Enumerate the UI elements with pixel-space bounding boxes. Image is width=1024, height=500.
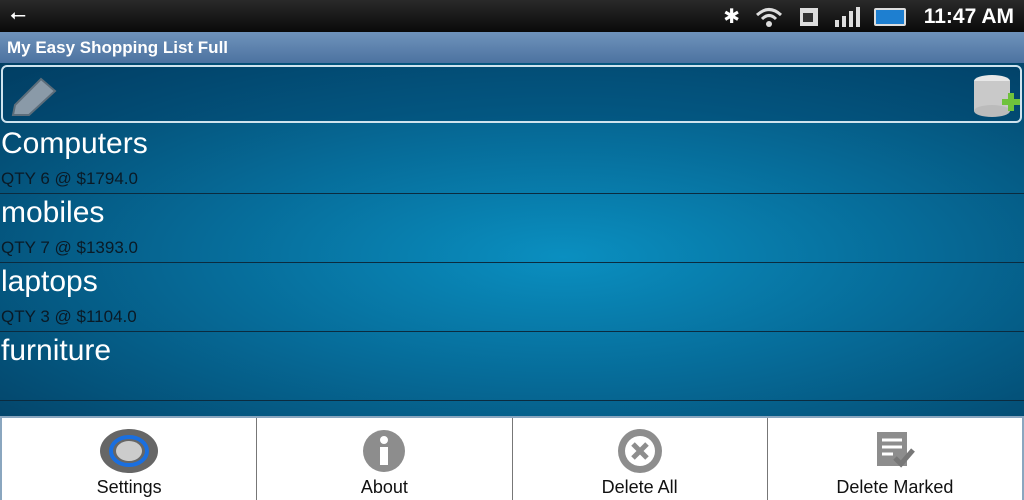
add-item-bar[interactable] [1,65,1022,123]
wifi-icon [755,7,783,27]
clock: 11:47 AM [923,5,1014,28]
usb-icon: ⭠ [10,4,26,26]
item-name: mobiles [1,196,105,229]
item-qty: QTY 6 @ $1794.0 [1,169,138,188]
list-item[interactable]: furniture [0,332,1024,401]
settings-button[interactable]: Settings [2,418,258,500]
battery-charging-icon [874,7,906,26]
list-item[interactable]: mobiles QTY 7 @ $1393.0 [0,194,1024,263]
delete-all-label: Delete All [601,477,678,497]
settings-label: Settings [96,477,162,497]
item-qty: QTY 7 @ $1393.0 [1,238,138,257]
sim-icon [800,7,818,26]
about-button[interactable]: About [257,418,513,500]
checklist-icon [876,432,915,468]
item-name: Computers [1,127,148,160]
info-icon [363,430,406,472]
item-name: laptops [1,265,98,298]
shopping-list: Computers QTY 6 @ $1794.0 mobiles QTY 7 @ … [0,63,1024,416]
options-menu: Settings About Delete All Delete Marked [0,416,1024,500]
list-item[interactable]: laptops QTY 3 @ $1104.0 [0,263,1024,332]
app-title: My Easy Shopping List Full [0,32,1024,63]
delete-all-button[interactable]: Delete All [512,418,768,500]
delete-x-icon [617,429,662,473]
status-bar: ⭠ ✱ 11:47 AM [0,0,1024,32]
pencil-icon[interactable] [11,75,61,117]
bluetooth-icon: ✱ [723,6,740,28]
signal-icon [835,6,860,27]
about-label: About [360,477,408,497]
delete-marked-button[interactable]: Delete Marked [767,418,1022,500]
delete-marked-label: Delete Marked [836,477,954,497]
item-qty: QTY 3 @ $1104.0 [1,307,137,326]
settings-knob-icon [100,429,159,473]
list-item[interactable]: Computers QTY 6 @ $1794.0 [0,125,1024,194]
add-database-icon[interactable] [972,73,1020,119]
item-name: furniture [1,334,112,367]
